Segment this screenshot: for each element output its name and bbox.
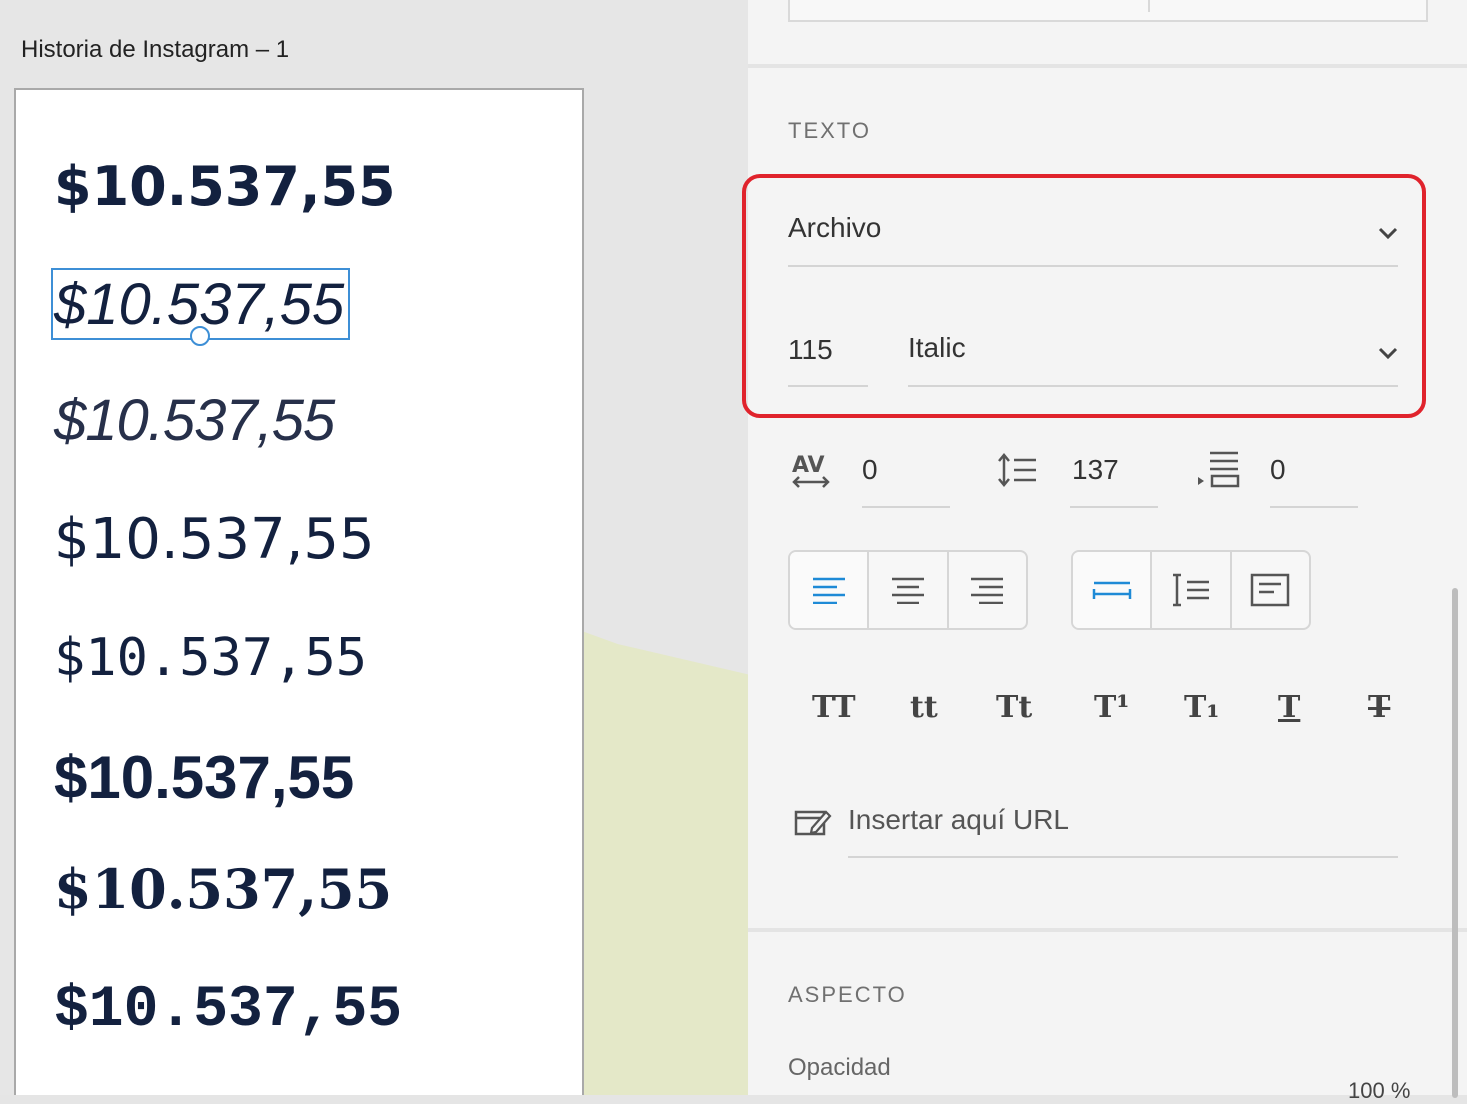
titlecase-button[interactable]: Tt xyxy=(996,690,1032,725)
opacity-value[interactable]: 100 % xyxy=(1348,1078,1410,1104)
lowercase-button[interactable]: tt xyxy=(910,690,938,725)
artboard[interactable]: $10.537,55 $10.537,55 $10.537,55 $10.537… xyxy=(14,88,584,1095)
character-spacing-input[interactable]: 0 xyxy=(862,454,878,486)
character-spacing-icon: AV xyxy=(792,453,830,488)
font-highlight-box xyxy=(742,174,1426,418)
text-sample-5[interactable]: $10.537,55 xyxy=(54,632,367,684)
font-size-underline xyxy=(788,385,868,387)
auto-width-button[interactable] xyxy=(1073,552,1153,628)
line-spacing-input[interactable]: 137 xyxy=(1072,454,1119,486)
opacity-label: Opacidad xyxy=(788,1054,891,1081)
auto-width-icon xyxy=(1092,581,1131,599)
underline-button[interactable]: T xyxy=(1278,690,1300,725)
font-style-chevron-down-icon[interactable] xyxy=(1378,346,1398,360)
selection-handle[interactable] xyxy=(190,326,210,346)
text-sample-1[interactable]: $10.537,55 xyxy=(54,160,396,214)
font-family-underline xyxy=(788,265,1398,267)
panel-scrollbar[interactable] xyxy=(1452,588,1458,1098)
fixed-size-icon xyxy=(1251,573,1290,607)
paragraph-spacing-input[interactable]: 0 xyxy=(1270,454,1286,486)
font-family-value[interactable]: Archivo xyxy=(788,212,881,244)
strikethrough-button[interactable]: T xyxy=(1368,690,1390,725)
text-section-label: TEXTO xyxy=(788,118,871,143)
align-right-button[interactable] xyxy=(949,552,1026,628)
auto-height-button[interactable] xyxy=(1152,552,1232,628)
section-divider xyxy=(748,64,1467,68)
character-spacing-underline xyxy=(862,506,950,508)
link-edit-icon xyxy=(794,810,832,836)
canvas: Historia de Instagram – 1 $10.537,55 $10… xyxy=(0,0,748,1095)
fixed-size-button[interactable] xyxy=(1232,552,1309,628)
text-align-group xyxy=(788,550,1028,630)
text-box-type-group xyxy=(1071,550,1311,630)
align-right-icon xyxy=(971,577,1004,604)
align-left-button[interactable] xyxy=(790,552,870,628)
font-style-value[interactable]: Italic xyxy=(908,332,966,364)
url-input[interactable]: Insertar aquí URL xyxy=(848,804,1069,836)
top-fields xyxy=(788,0,1428,22)
text-sample-3[interactable]: $10.537,55 xyxy=(54,392,335,450)
appearance-section-label: ASPECTO xyxy=(788,982,907,1007)
line-spacing-underline xyxy=(1070,506,1158,508)
uppercase-button[interactable]: TT xyxy=(812,690,856,725)
section-divider-2 xyxy=(748,928,1467,932)
auto-height-icon xyxy=(1172,573,1209,607)
subscript-button[interactable]: T₁ xyxy=(1184,690,1219,725)
align-left-icon xyxy=(812,577,845,604)
align-center-icon xyxy=(891,577,924,604)
svg-text:AV: AV xyxy=(792,453,825,478)
font-size-input[interactable]: 115 xyxy=(788,334,833,366)
text-sample-4[interactable]: $10.537,55 xyxy=(54,512,375,568)
font-style-underline xyxy=(908,385,1398,387)
font-family-chevron-down-icon[interactable] xyxy=(1378,226,1398,240)
artboard-title[interactable]: Historia de Instagram – 1 xyxy=(21,36,289,64)
text-sample-8[interactable]: $10.537,55 xyxy=(54,982,402,1040)
property-inspector: TEXTO Archivo 115 Italic AV 0 137 0 TT t… xyxy=(742,0,1467,1103)
align-center-button[interactable] xyxy=(869,552,949,628)
superscript-button[interactable]: T¹ xyxy=(1094,690,1129,725)
text-sample-6[interactable]: $10.537,55 xyxy=(54,748,354,808)
paragraph-spacing-icon xyxy=(1198,451,1240,488)
paragraph-spacing-underline xyxy=(1270,506,1358,508)
url-underline xyxy=(848,856,1398,858)
text-sample-7[interactable]: $10.537,55 xyxy=(54,862,392,916)
line-spacing-icon xyxy=(998,453,1036,487)
